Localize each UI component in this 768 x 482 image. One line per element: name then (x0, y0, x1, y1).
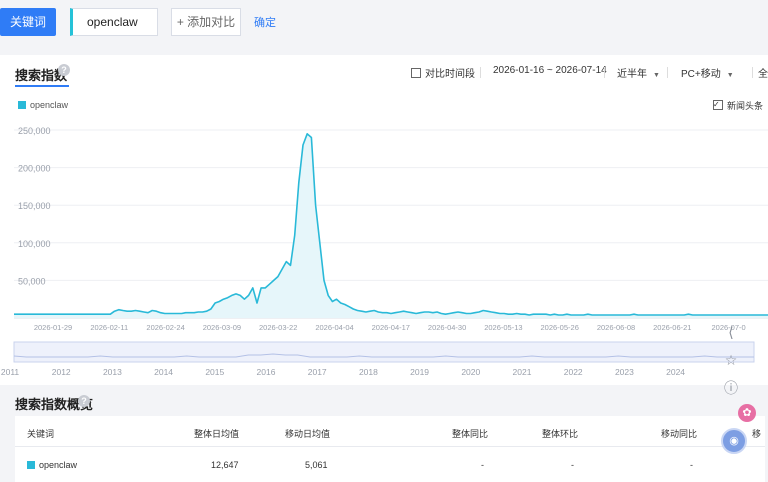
keyword-input[interactable] (70, 8, 158, 36)
divider (752, 67, 753, 78)
divider (480, 67, 481, 78)
y-tick-label: 100,000 (18, 239, 51, 249)
title-underline (15, 85, 69, 87)
caret-down-icon: ▼ (726, 72, 734, 79)
year-tick-label: 2019 (410, 367, 429, 377)
row-swatch (27, 461, 35, 469)
year-tick-label: 2013 (103, 367, 122, 377)
checkbox-icon (411, 68, 421, 78)
divider (667, 67, 668, 78)
year-tick-label: 2021 (513, 367, 532, 377)
x-tick-label: 2026-04-17 (372, 323, 410, 332)
help-icon[interactable]: ? (78, 395, 90, 407)
checkbox-checked-icon (713, 100, 723, 110)
range-slider (13, 341, 755, 363)
news-headline-toggle[interactable]: 新闻头条 (713, 99, 763, 112)
column-header: 整体同比 (452, 429, 489, 439)
top-bar: 关键词 + 添加对比 确定 (0, 0, 768, 48)
y-tick-label: 50,000 (18, 276, 46, 286)
x-tick-label: 2026-02-24 (146, 323, 184, 332)
year-tick-label: 2012 (52, 367, 71, 377)
compare-period-toggle[interactable]: 对比时间段 (411, 65, 475, 80)
year-tick-label: 2017 (308, 367, 327, 377)
year-tick-label: 2020 (461, 367, 480, 377)
caret-down-icon: ▼ (653, 72, 660, 79)
region-select[interactable]: 全 (758, 65, 768, 80)
keyword-tab[interactable]: 关键词 (0, 8, 56, 36)
column-header: 整体日均值 (194, 429, 240, 439)
y-tick-label: 150,000 (18, 201, 51, 211)
year-tick-label: 2023 (615, 367, 634, 377)
overview-table: 关键词 整体日均值 移动日均值 整体同比 整体环比 移动同比 移 opencla… (15, 416, 765, 482)
x-tick-label: 2026-04-04 (315, 323, 353, 332)
column-header: 移 (752, 429, 762, 439)
x-tick-label: 2026-01-29 (34, 323, 72, 332)
period-select[interactable]: 近半年 ▼ (617, 65, 660, 80)
row-mobile-avg: 5,061 (305, 460, 328, 470)
x-tick-label: 2026-02-11 (90, 323, 128, 332)
legend-swatch (18, 101, 26, 109)
search-index-panel: 搜索指数 ? 对比时间段 2026-01-16 ~ 2026-07-14 近半年… (0, 55, 768, 385)
platform-select[interactable]: PC+移动 ▼ (681, 65, 734, 80)
table-header: 关键词 整体日均值 移动日均值 整体同比 整体环比 移动同比 移 (15, 416, 765, 447)
share-icon[interactable]: ⟨ (721, 322, 741, 342)
search-index-chart[interactable]: 250,000 200,000 150,000 100,000 50,000 2026-0… (0, 125, 768, 385)
row-overall-yoy: - (481, 460, 484, 470)
divider (604, 67, 605, 78)
y-tick-label: 200,000 (18, 164, 51, 174)
year-tick-label: 2016 (257, 367, 276, 377)
legend-item[interactable]: openclaw (18, 100, 68, 110)
year-tick-label: 2011 (1, 367, 20, 377)
series-area (14, 133, 768, 318)
y-tick-label: 250,000 (18, 126, 51, 136)
feedback-icon[interactable]: ✿ (738, 404, 756, 422)
x-tick-label: 2026-05-13 (484, 323, 522, 332)
help-icon[interactable]: ? (58, 64, 70, 76)
row-overall-avg: 12,647 (211, 460, 239, 470)
column-header: 整体环比 (542, 429, 579, 439)
x-tick-label: 2026-05-26 (541, 323, 579, 332)
column-header: 关键词 (27, 429, 55, 439)
x-tick-label: 2026-04-30 (428, 323, 466, 332)
year-tick-label: 2024 (666, 367, 685, 377)
year-tick-label: 2014 (154, 367, 173, 377)
star-icon[interactable]: ☆ (721, 350, 741, 370)
x-tick-label: 2026-06-08 (597, 323, 635, 332)
year-tick-label: 2018 (359, 367, 378, 377)
column-header: 移动日均值 (285, 429, 331, 439)
year-tick-label: 2022 (564, 367, 583, 377)
avatar[interactable]: ◉ (721, 428, 747, 454)
series-line (14, 133, 768, 316)
year-tick-label: 2015 (205, 367, 224, 377)
question-icon[interactable]: ⓘ (721, 378, 741, 398)
x-tick-label: 2026-03-22 (259, 323, 297, 332)
column-header: 移动同比 (661, 429, 698, 439)
row-overall-mom: - (571, 460, 574, 470)
row-mobile-yoy: - (690, 460, 693, 470)
add-compare-button[interactable]: + 添加对比 (171, 8, 241, 36)
date-range-picker[interactable]: 2026-01-16 ~ 2026-07-14 (493, 65, 607, 76)
x-tick-label: 2026-03-09 (203, 323, 241, 332)
row-keyword[interactable]: openclaw (27, 460, 77, 470)
x-tick-label: 2026-06-21 (653, 323, 691, 332)
confirm-button[interactable]: 确定 (254, 14, 276, 30)
